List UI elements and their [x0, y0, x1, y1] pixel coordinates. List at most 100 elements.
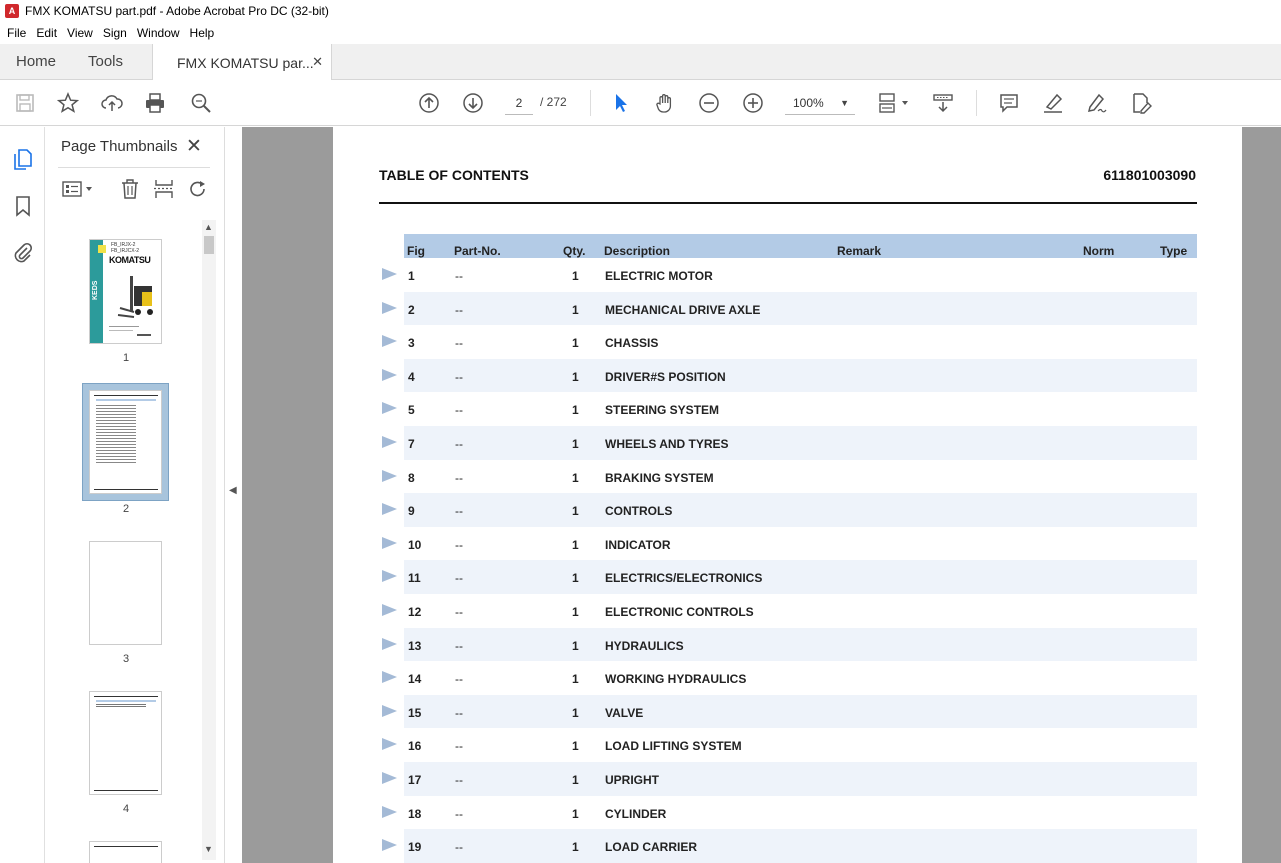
tab-tools[interactable]: Tools: [88, 44, 123, 80]
thumbnail-page-3[interactable]: [89, 541, 162, 645]
row-link-marker[interactable]: [382, 704, 397, 717]
toolbar: 2 / 272 100% ▼: [0, 80, 1281, 126]
thumbnails-icon[interactable]: [11, 147, 35, 171]
document-viewer[interactable]: TABLE OF CONTENTS 611801003090 Fig Part-…: [242, 127, 1281, 863]
close-icon[interactable]: ✕: [186, 135, 202, 158]
scroll-down-icon[interactable]: ▼: [204, 844, 213, 854]
table-row[interactable]: 12 -- 1 ELECTRONIC CONTROLS: [379, 594, 1197, 628]
zoom-select[interactable]: 100% ▼: [785, 93, 855, 115]
cell-description: VALVE: [605, 705, 644, 720]
bookmark-star-icon[interactable]: [55, 90, 81, 116]
edit-pdf-icon[interactable]: [1128, 90, 1154, 116]
table-row[interactable]: 19 -- 1 LOAD CARRIER: [379, 829, 1197, 863]
toolbar-divider: [976, 90, 977, 116]
print-icon[interactable]: [142, 90, 168, 116]
select-cursor-icon[interactable]: [608, 90, 634, 116]
delete-page-icon[interactable]: [118, 177, 142, 201]
cell-fig: 9: [408, 504, 415, 519]
row-link-marker[interactable]: [382, 301, 397, 314]
thumbnail-page-5[interactable]: [89, 841, 162, 863]
table-row[interactable]: 4 -- 1 DRIVER#S POSITION: [379, 358, 1197, 393]
sign-icon[interactable]: [1084, 90, 1110, 116]
row-link-marker[interactable]: [382, 435, 397, 448]
row-link-marker[interactable]: [382, 368, 397, 381]
menu-sign[interactable]: Sign: [98, 26, 132, 40]
tab-home[interactable]: Home: [16, 44, 56, 80]
comment-icon[interactable]: [996, 90, 1022, 116]
row-link-marker[interactable]: [382, 503, 397, 516]
thumbnail-page-1[interactable]: KEDS FB_IRJX-2 FB_IRJCX-2 KOMATSU: [89, 239, 162, 344]
panel-splitter[interactable]: ◀: [224, 127, 242, 863]
scrollbar-thumb[interactable]: [204, 236, 214, 254]
row-link-marker[interactable]: [382, 335, 397, 348]
page-number-input[interactable]: 2: [505, 93, 533, 115]
row-link-marker[interactable]: [382, 771, 397, 784]
row-link-marker[interactable]: [382, 268, 397, 280]
collapse-panel-icon[interactable]: ◀: [229, 485, 237, 496]
row-link-marker[interactable]: [382, 637, 397, 650]
table-row[interactable]: 10 -- 1 INDICATOR: [379, 527, 1197, 561]
menu-view[interactable]: View: [62, 26, 98, 40]
cell-part-no: --: [455, 403, 463, 418]
save-icon[interactable]: [12, 90, 38, 116]
table-row[interactable]: 13 -- 1 HYDRAULICS: [379, 627, 1197, 662]
find-icon[interactable]: [188, 90, 214, 116]
menu-edit[interactable]: Edit: [31, 26, 62, 40]
menu-file[interactable]: File: [2, 26, 31, 40]
row-link-marker[interactable]: [382, 738, 397, 751]
row-link-marker[interactable]: [382, 402, 397, 415]
highlight-icon[interactable]: [1040, 90, 1066, 116]
table-row[interactable]: 8 -- 1 BRAKING SYSTEM: [379, 460, 1197, 494]
row-link-marker[interactable]: [382, 671, 397, 684]
thumbnail-page-2[interactable]: [89, 390, 162, 494]
thumbnail-page-4[interactable]: [89, 691, 162, 795]
table-row[interactable]: 11 -- 1 ELECTRICS/ELECTRONICS: [379, 560, 1197, 594]
cell-fig: 18: [408, 806, 422, 821]
row-link-marker[interactable]: [382, 805, 397, 818]
table-row[interactable]: 7 -- 1 WHEELS AND TYRES: [379, 425, 1197, 460]
column-qty: Qty.: [563, 244, 586, 258]
table-row[interactable]: 17 -- 1 UPRIGHT: [379, 761, 1197, 796]
row-link-marker[interactable]: [382, 603, 397, 616]
row-link-marker[interactable]: [382, 469, 397, 482]
row-link-marker[interactable]: [382, 839, 397, 852]
table-row[interactable]: 1 -- 1 ELECTRIC MOTOR: [379, 258, 1197, 292]
table-row[interactable]: 14 -- 1 WORKING HYDRAULICS: [379, 661, 1197, 695]
tab-close-icon[interactable]: ✕: [312, 54, 323, 70]
page-down-icon[interactable]: [460, 90, 486, 116]
scroll-mode-icon[interactable]: [930, 90, 956, 116]
page-fit-icon[interactable]: [874, 90, 914, 116]
table-row[interactable]: 15 -- 1 VALVE: [379, 694, 1197, 729]
table-row[interactable]: 16 -- 1 LOAD LIFTING SYSTEM: [379, 728, 1197, 762]
thumbnail-scrollbar[interactable]: ▲ ▼: [202, 220, 216, 860]
zoom-in-icon[interactable]: [740, 90, 766, 116]
column-fig: Fig: [407, 244, 425, 258]
table-row[interactable]: 9 -- 1 CONTROLS: [379, 493, 1197, 527]
extract-pages-icon[interactable]: [152, 177, 176, 201]
hand-icon[interactable]: [652, 90, 678, 116]
tab-document[interactable]: FMX KOMATSU par... ✕: [152, 44, 332, 81]
cover-text-line: [109, 326, 139, 327]
cell-description: LOAD CARRIER: [605, 840, 697, 855]
rotate-page-icon[interactable]: [186, 177, 210, 201]
table-row[interactable]: 5 -- 1 STEERING SYSTEM: [379, 392, 1197, 426]
scroll-up-icon[interactable]: ▲: [204, 222, 213, 232]
row-link-marker[interactable]: [382, 570, 397, 583]
panel-title: Page Thumbnails: [61, 138, 178, 155]
table-row[interactable]: 18 -- 1 CYLINDER: [379, 796, 1197, 830]
cell-description: ELECTRONIC CONTROLS: [605, 604, 754, 619]
table-row[interactable]: 2 -- 1 MECHANICAL DRIVE AXLE: [379, 291, 1197, 326]
thumbnail-options-icon[interactable]: [60, 177, 96, 201]
menu-help[interactable]: Help: [185, 26, 220, 40]
attachments-icon[interactable]: [11, 240, 35, 264]
zoom-out-icon[interactable]: [696, 90, 722, 116]
upload-icon[interactable]: [99, 90, 125, 116]
bookmarks-icon[interactable]: [11, 194, 35, 218]
row-link-marker[interactable]: [382, 536, 397, 549]
thumbnail-label-3: 3: [122, 653, 130, 665]
page-up-icon[interactable]: [416, 90, 442, 116]
thumb-table-header: [96, 700, 156, 702]
cell-qty: 1: [572, 302, 579, 317]
table-row[interactable]: 3 -- 1 CHASSIS: [379, 325, 1197, 359]
menu-window[interactable]: Window: [132, 26, 185, 40]
